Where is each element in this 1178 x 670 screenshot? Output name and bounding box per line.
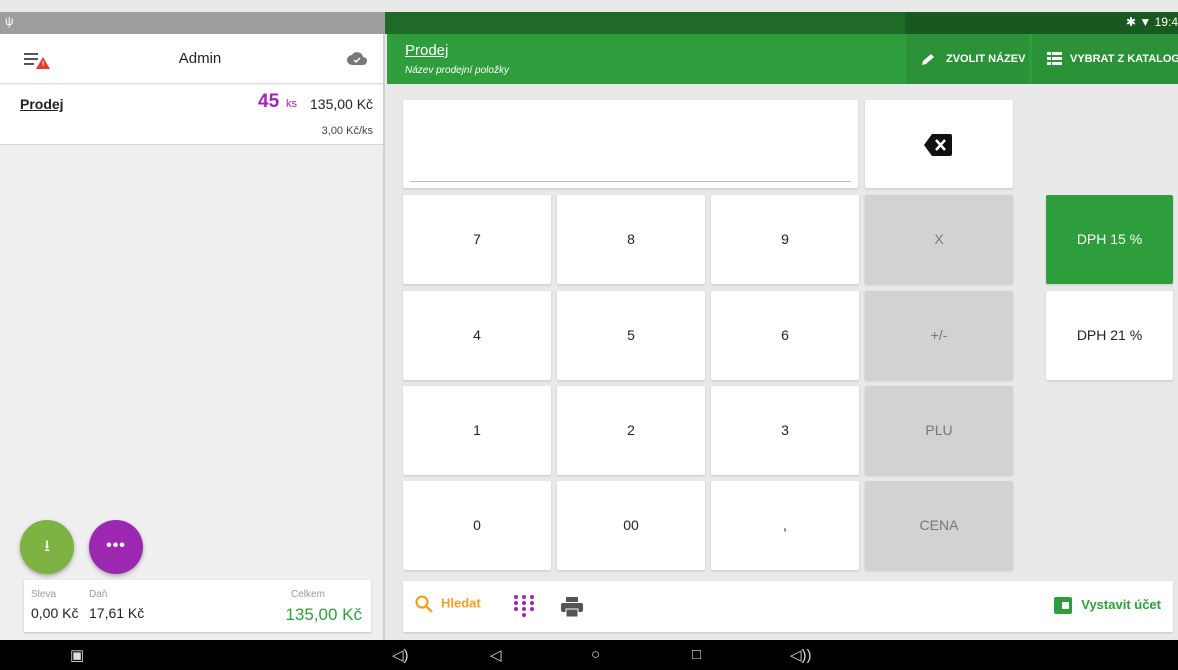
key-4[interactable]: 4	[403, 291, 551, 380]
key-multiply[interactable]: X	[865, 195, 1013, 284]
key-00[interactable]: 00	[557, 481, 705, 570]
list-icon	[1047, 52, 1062, 65]
user-name: Admin	[178, 50, 222, 67]
dialpad-icon[interactable]	[514, 595, 534, 617]
vat-21-button[interactable]: DPH 21 %	[1046, 291, 1173, 380]
total-label: Celkem	[291, 589, 325, 600]
bottom-action-bar: Hledat Vystavit účet	[403, 581, 1173, 632]
key-plus-minus[interactable]: +/-	[865, 291, 1013, 380]
home-icon[interactable]: ○	[591, 646, 600, 663]
key-5[interactable]: 5	[557, 291, 705, 380]
cloud-sync-icon[interactable]	[347, 52, 367, 65]
status-bar-right: ✱ ▼ 19:4	[385, 12, 1178, 34]
key-6[interactable]: 6	[711, 291, 859, 380]
amount-display[interactable]	[403, 100, 858, 188]
status-time: ✱ ▼ 19:4	[1126, 15, 1178, 29]
order-item-unit: ks	[286, 98, 297, 110]
totals-card: Sleva 0,00 Kč Daň 17,61 Kč Celkem 135,00…	[24, 580, 371, 632]
order-item-price: 135,00 Kč	[310, 96, 374, 112]
printer-icon[interactable]	[561, 597, 583, 617]
key-7[interactable]: 7	[403, 195, 551, 284]
key-8[interactable]: 8	[557, 195, 705, 284]
volume-down-icon[interactable]: ◁)	[392, 646, 409, 664]
rename-button[interactable]: ZVOLIT NÁZEV	[906, 34, 1029, 84]
rename-label: ZVOLIT NÁZEV	[946, 53, 1026, 65]
order-item-qty: 45	[258, 91, 280, 112]
key-plu[interactable]: PLU	[865, 386, 1013, 475]
status-bar-left: ψ	[0, 12, 385, 34]
key-2[interactable]: 2	[557, 386, 705, 475]
backspace-button[interactable]	[865, 100, 1013, 188]
total-value: 135,00 Kč	[285, 605, 362, 624]
key-3[interactable]: 3	[711, 386, 859, 475]
order-item-name: Prodej	[20, 96, 64, 112]
key-price[interactable]: CENA	[865, 481, 1013, 570]
order-panel: ! Admin Prodej 45 ks 135,00 Kč 3,00 Kč/k…	[0, 34, 385, 640]
system-nav-bar: ▣ ◁) ◁ ○ □ ◁))	[0, 640, 1178, 670]
recents-icon[interactable]: □	[692, 646, 701, 663]
order-item-price-per-unit: 3,00 Kč/ks	[321, 125, 373, 137]
catalog-button[interactable]: VYBRAT Z KATALOGU	[1032, 34, 1178, 84]
vat-15-button[interactable]: DPH 15 %	[1046, 195, 1173, 284]
download-icon: ⭳	[44, 538, 50, 555]
discount-value: 0,00 Kč	[31, 605, 79, 621]
item-subtitle: Název prodejní položky	[405, 65, 509, 76]
menu-button[interactable]: !	[24, 50, 50, 72]
screenshot-icon[interactable]: ▣	[70, 646, 84, 664]
more-icon: •••	[106, 537, 126, 554]
left-toolbar: ! Admin	[0, 34, 383, 84]
pencil-icon	[922, 54, 934, 65]
tax-label: Daň	[89, 589, 108, 600]
order-item-row[interactable]: Prodej 45 ks 135,00 Kč 3,00 Kč/ks	[0, 85, 383, 145]
back-icon[interactable]: ◁	[490, 646, 502, 664]
download-button[interactable]: ⭳	[20, 520, 74, 574]
key-9[interactable]: 9	[711, 195, 859, 284]
discount-label: Sleva	[31, 589, 57, 600]
item-header: Prodej Název prodejní položky ZVOLIT NÁZ…	[387, 34, 1178, 84]
more-button[interactable]: •••	[89, 520, 143, 574]
usb-icon: ψ	[5, 14, 14, 28]
catalog-label: VYBRAT Z KATALOGU	[1070, 53, 1178, 65]
search-button[interactable]: Hledat	[415, 595, 481, 619]
issue-receipt-button[interactable]: Vystavit účet	[1054, 597, 1161, 615]
volume-up-icon[interactable]: ◁))	[790, 646, 812, 664]
key-0[interactable]: 0	[403, 481, 551, 570]
tax-value: 17,61 Kč	[89, 605, 145, 621]
key-1[interactable]: 1	[403, 386, 551, 475]
search-label: Hledat	[441, 595, 481, 611]
backspace-icon	[924, 134, 952, 156]
wallet-icon	[1054, 597, 1073, 615]
key-comma[interactable]: ,	[711, 481, 859, 570]
search-icon	[415, 595, 433, 613]
item-title[interactable]: Prodej	[405, 42, 448, 59]
issue-receipt-label: Vystavit účet	[1081, 597, 1161, 612]
